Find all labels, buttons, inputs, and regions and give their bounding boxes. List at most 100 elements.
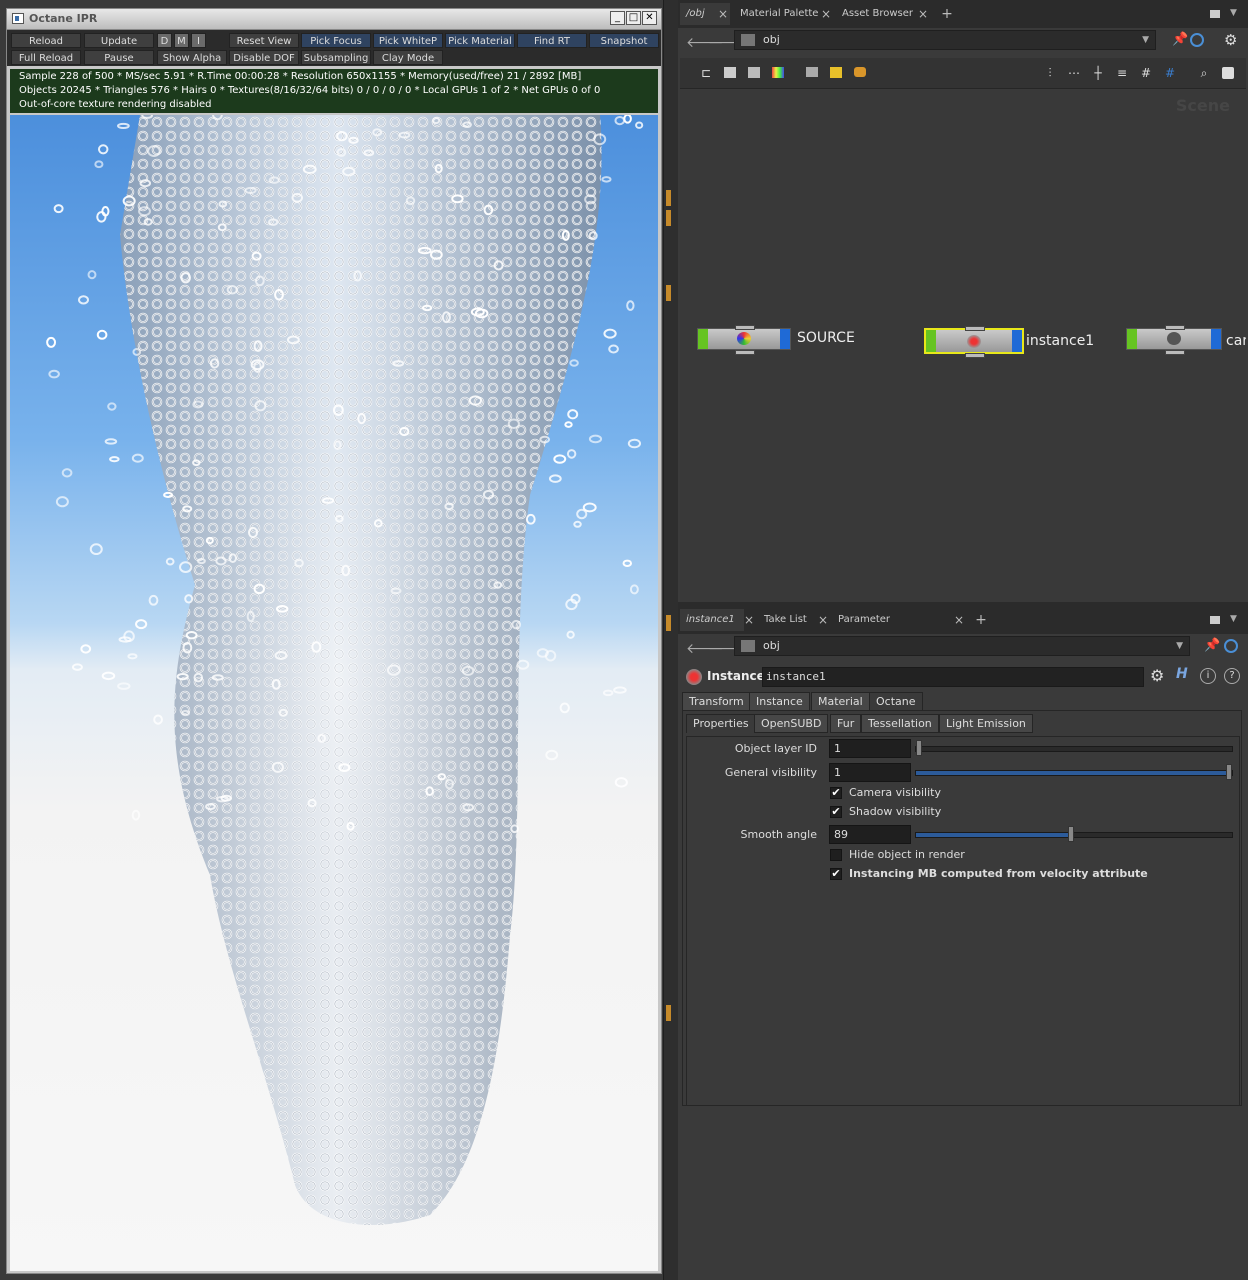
network-box-icon[interactable] [854,67,866,77]
instancing-mb-checkbox[interactable]: ✔ [830,868,842,880]
pin-icon[interactable]: 📌 [1204,638,1220,653]
close-button[interactable]: ✕ [642,11,657,25]
tab-octane[interactable]: Octane [869,692,923,711]
tab-close-icon[interactable]: × [952,609,966,631]
tab-material[interactable]: Material [811,692,870,711]
tab-tessellation[interactable]: Tessellation [861,714,939,733]
object-layer-id-slider[interactable] [915,740,1233,756]
node-type-label: Instance [707,669,765,683]
tab-instance1[interactable]: instance1 [680,609,744,631]
tab-take-list[interactable]: Take List [758,609,822,631]
toggle-d-button[interactable]: D [157,33,172,48]
toggle-m-button[interactable]: M [174,33,189,48]
smooth-angle-slider[interactable] [915,826,1233,842]
tab-instance[interactable]: Instance [749,692,810,711]
chevron-down-icon[interactable]: ▼ [1142,31,1149,49]
disable-dof-button[interactable]: Disable DOF [229,50,299,65]
reset-view-button[interactable]: Reset View [229,33,299,48]
particle-ring [603,328,617,339]
tab-fur[interactable]: Fur [830,714,862,733]
camera-visibility-checkbox[interactable]: ✔ [830,787,842,799]
object-layer-id-field[interactable]: 1 [829,739,911,758]
network-path-field[interactable]: obj ▼ [734,30,1156,50]
snap-icon[interactable]: ┼ [1092,67,1104,79]
show-alpha-button[interactable]: Show Alpha [157,50,227,65]
align-vertical-icon[interactable]: ⫶ [1044,67,1056,79]
layout-icon[interactable]: ≡ [1116,67,1128,79]
help-h-icon[interactable]: H [1176,666,1188,682]
info-icon[interactable]: i [1200,668,1216,684]
reload-button[interactable]: Reload [11,33,81,48]
tree-view-icon[interactable]: ⊏ [700,67,712,79]
align-horizontal-icon[interactable]: ⋯ [1068,67,1080,79]
eye-icon[interactable] [1222,67,1234,79]
tab-properties[interactable]: Properties [686,714,756,733]
pick-whitepoint-button[interactable]: Pick WhiteP [373,33,443,48]
slider-handle[interactable] [1067,826,1074,842]
tab-light-emission[interactable]: Light Emission [939,714,1033,733]
slider-handle[interactable] [1226,764,1232,780]
sticky-note-icon[interactable] [830,67,842,78]
render-viewport[interactable] [10,115,658,1271]
parameter-path-field[interactable]: obj ▼ [734,636,1190,656]
pane-layout-icon[interactable] [1210,10,1220,18]
minimize-button[interactable]: _ [610,11,625,25]
link-icon[interactable] [1224,639,1238,653]
link-icon[interactable] [1190,33,1204,47]
grid-icon[interactable]: # [1140,67,1152,79]
node-instance1[interactable] [924,326,1024,358]
pause-button[interactable]: Pause [84,50,154,65]
node-car[interactable] [1126,325,1222,355]
tab-close-icon[interactable]: × [819,3,833,25]
help-icon[interactable]: ? [1224,668,1240,684]
tab-material-palette[interactable]: Material Palette [734,3,830,25]
pane-layout-icon[interactable] [1210,616,1220,624]
tab-transform[interactable]: Transform [682,692,751,711]
ipr-toolbar: Reload Update D M I Reset View Pick Focu… [7,30,661,66]
add-tab-icon[interactable]: + [940,3,954,25]
hide-object-checkbox[interactable] [830,849,842,861]
general-visibility-slider[interactable] [915,764,1233,780]
tab-close-icon[interactable]: × [742,609,756,631]
slider-handle[interactable] [916,740,922,756]
tab-opensubd[interactable]: OpenSUBD [754,714,829,733]
smooth-angle-field[interactable]: 89 [829,825,911,844]
color-palette-icon[interactable] [772,67,784,78]
toggle-i-button[interactable]: I [191,33,206,48]
shadow-visibility-checkbox[interactable]: ✔ [830,806,842,818]
clay-mode-button[interactable]: Clay Mode [373,50,443,65]
pin-icon[interactable]: 📌 [1172,32,1188,47]
image-icon[interactable] [806,67,818,77]
find-rt-button[interactable]: Find RT [517,33,587,48]
tab-close-icon[interactable]: × [816,609,830,631]
details-view-icon[interactable] [748,67,760,78]
pane-divider[interactable] [663,0,678,1280]
grid-snap-icon[interactable]: # [1164,67,1176,79]
general-visibility-field[interactable]: 1 [829,763,911,782]
ipr-title-bar[interactable]: Octane IPR _ □ ✕ [7,9,661,30]
update-button[interactable]: Update [84,33,154,48]
subsampling-button[interactable]: Subsampling [301,50,371,65]
search-icon[interactable]: ⌕ [1198,67,1210,79]
pane-menu-icon[interactable]: ▼ [1230,8,1237,18]
sub-tab-row: Properties OpenSUBD Fur Tessellation Lig… [686,714,1240,734]
tab-close-icon[interactable]: × [716,3,730,25]
list-view-icon[interactable] [724,67,736,78]
tab-close-icon[interactable]: × [916,3,930,25]
maximize-button[interactable]: □ [626,11,641,25]
full-reload-button[interactable]: Full Reload [11,50,81,65]
network-editor[interactable]: Scene SOURCE instance1 car [680,90,1246,602]
node-source[interactable] [697,325,791,355]
snapshot-button[interactable]: Snapshot [589,33,659,48]
gear-icon[interactable]: ⚙ [1224,31,1237,49]
chevron-down-icon[interactable]: ▼ [1176,637,1183,655]
pick-focus-button[interactable]: Pick Focus [301,33,371,48]
particle-ring [559,702,570,714]
gear-icon[interactable]: ⚙ [1150,666,1164,685]
pick-material-button[interactable]: Pick Material [445,33,515,48]
tab-asset-browser[interactable]: Asset Browser [836,3,928,25]
pane-menu-icon[interactable]: ▼ [1230,614,1237,624]
tab-parameter-spreadsheet[interactable]: Parameter Spreadsheet [832,609,956,647]
add-tab-icon[interactable]: + [974,609,988,631]
node-name-field[interactable]: instance1 [762,667,1144,687]
